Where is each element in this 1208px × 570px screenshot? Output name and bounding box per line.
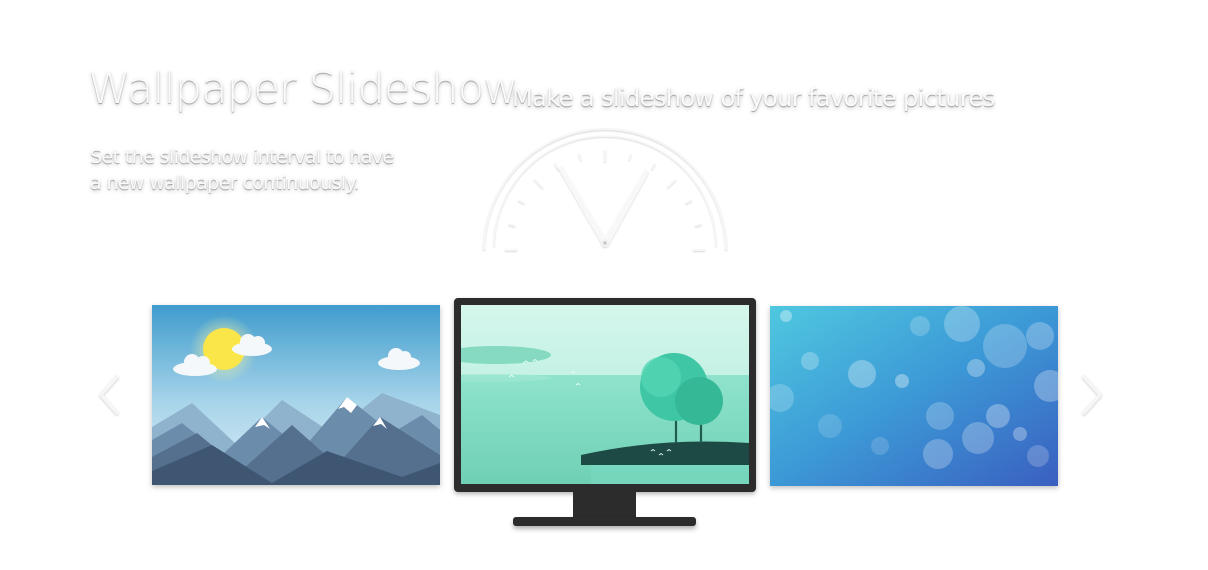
clock-tick [628, 153, 632, 161]
description-line-2: a new wallpaper continuously. [90, 172, 360, 194]
page-title: Wallpaper Slideshow [88, 64, 518, 114]
clock-tick [685, 199, 693, 205]
prev-slide-button[interactable] [93, 373, 123, 417]
next-slide-button[interactable] [1078, 373, 1108, 417]
page-subtitle: Make a slideshow of your favorite pictur… [512, 84, 995, 112]
chevron-right-icon [1082, 375, 1102, 415]
bokeh-wallpaper-image [770, 306, 1058, 486]
clock-tick [666, 178, 677, 189]
clock-illustration [483, 128, 727, 251]
lake-wallpaper-image [461, 305, 749, 484]
chevron-left-icon [99, 375, 119, 415]
clock-tick [578, 153, 582, 161]
clock-tick [650, 162, 656, 170]
description-line-1: Set the slideshow interval to have [90, 146, 394, 168]
slide-bokeh[interactable] [770, 306, 1058, 486]
clock-tick [517, 199, 525, 205]
interval-description: Set the slideshow interval to have a new… [90, 144, 394, 196]
clock-tick [554, 162, 560, 170]
clock-tick [533, 178, 544, 189]
monitor-frame [454, 298, 756, 492]
slide-mountains[interactable] [152, 305, 440, 485]
clock-tick [508, 223, 516, 227]
mountains-wallpaper-image [152, 305, 440, 485]
clock-tick [694, 223, 702, 227]
monitor-neck [573, 492, 636, 518]
monitor-stand [513, 517, 696, 526]
slide-current-lake[interactable] [461, 305, 749, 484]
